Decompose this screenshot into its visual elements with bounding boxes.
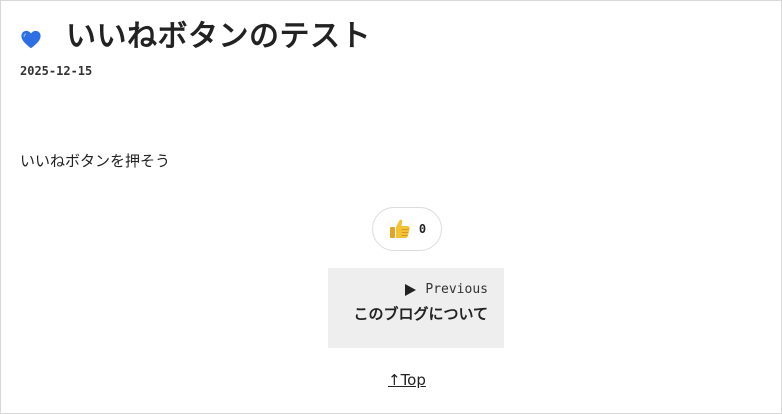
page-title: いいねボタンのテスト — [66, 19, 371, 54]
previous-post-link[interactable]: Previous このブログについて — [328, 268, 504, 348]
post-date: 2025-12-15 — [20, 64, 93, 78]
thumbs-up-icon — [389, 219, 410, 238]
post-body-text: いいねボタンを押そう — [20, 152, 171, 170]
previous-post-title: このブログについて — [353, 305, 488, 323]
like-button[interactable]: 0 — [372, 207, 442, 251]
play-triangle-icon — [405, 283, 417, 296]
like-count: 0 — [418, 222, 427, 236]
back-to-top-link[interactable]: ↑Top — [388, 371, 426, 389]
previous-label: Previous — [425, 282, 488, 297]
heart-icon — [21, 30, 41, 49]
title-row: いいねボタンのテスト — [20, 15, 371, 59]
previous-label-row: Previous — [328, 282, 488, 297]
page-frame: いいねボタンのテスト 2025-12-15 いいねボタンを押そう 0 Previ… — [0, 0, 782, 414]
